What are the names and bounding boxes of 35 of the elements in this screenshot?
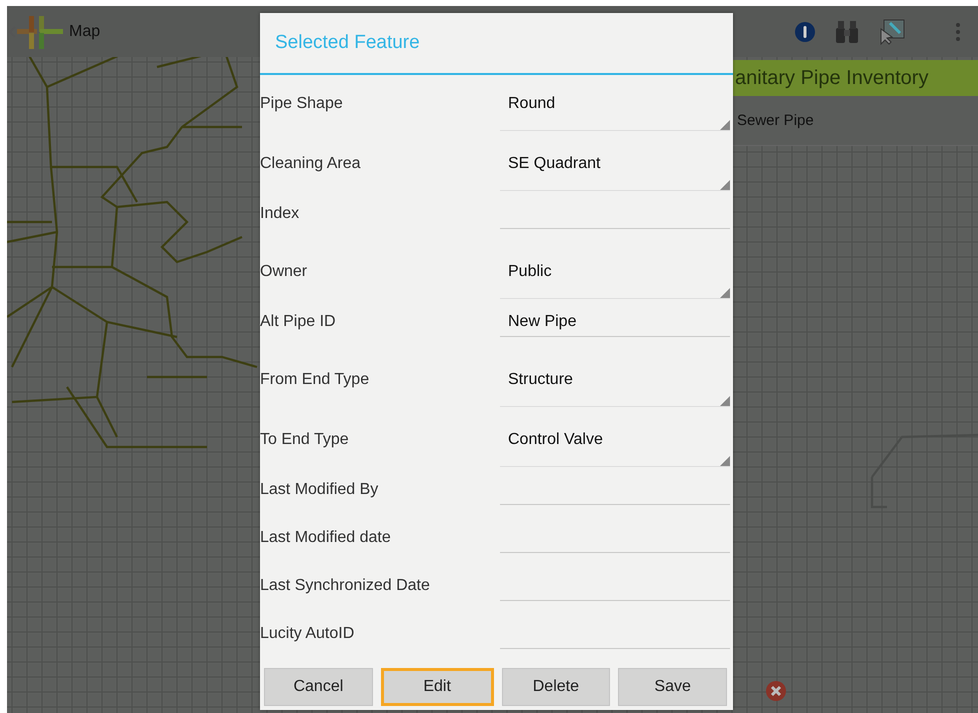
close-icon[interactable] — [765, 680, 787, 702]
field-label: From End Type — [260, 371, 370, 389]
dropdown-field[interactable]: Control Valve — [500, 431, 730, 467]
dropdown-field[interactable]: SE Quadrant — [500, 155, 730, 191]
field-label: Last Modified date — [260, 529, 391, 547]
field-label: Alt Pipe ID — [260, 313, 336, 331]
app-title: Map — [69, 22, 100, 40]
dropdown-corner-icon — [720, 288, 730, 298]
field-label: Cleaning Area — [260, 155, 361, 173]
field-label: Last Modified By — [260, 481, 378, 499]
list-item-label: Sewer Pipe — [736, 112, 814, 129]
dropdown-corner-icon — [720, 120, 730, 130]
select-cursor-icon[interactable] — [878, 18, 906, 44]
field-label: To End Type — [260, 431, 349, 449]
dialog-button[interactable]: Delete — [502, 668, 610, 706]
dialog-button[interactable]: Cancel — [264, 668, 373, 706]
field-label: Index — [260, 205, 300, 223]
dropdown-corner-icon — [720, 180, 730, 190]
dropdown-field[interactable]: Public — [500, 263, 730, 299]
binoculars-icon[interactable] — [834, 20, 860, 44]
dialog-title: Selected Feature — [275, 32, 420, 54]
field-label: Pipe Shape — [260, 95, 343, 113]
dropdown-field[interactable]: Round — [500, 95, 730, 131]
dialog-button[interactable]: Save — [618, 668, 727, 706]
field-label: Last Synchronized Date — [260, 577, 430, 595]
field-label: Lucity AutoID — [260, 625, 354, 643]
overflow-menu-icon[interactable] — [955, 22, 961, 42]
dropdown-corner-icon — [720, 456, 730, 466]
input-field[interactable]: New Pipe — [500, 313, 730, 337]
panel-header-title: anitary Pipe Inventory — [734, 66, 928, 90]
field-label: Owner — [260, 263, 308, 281]
dialog-button[interactable]: Edit — [380, 668, 494, 706]
info-icon[interactable] — [794, 20, 816, 42]
dropdown-field[interactable]: Structure — [500, 371, 730, 407]
dropdown-corner-icon — [720, 396, 730, 406]
